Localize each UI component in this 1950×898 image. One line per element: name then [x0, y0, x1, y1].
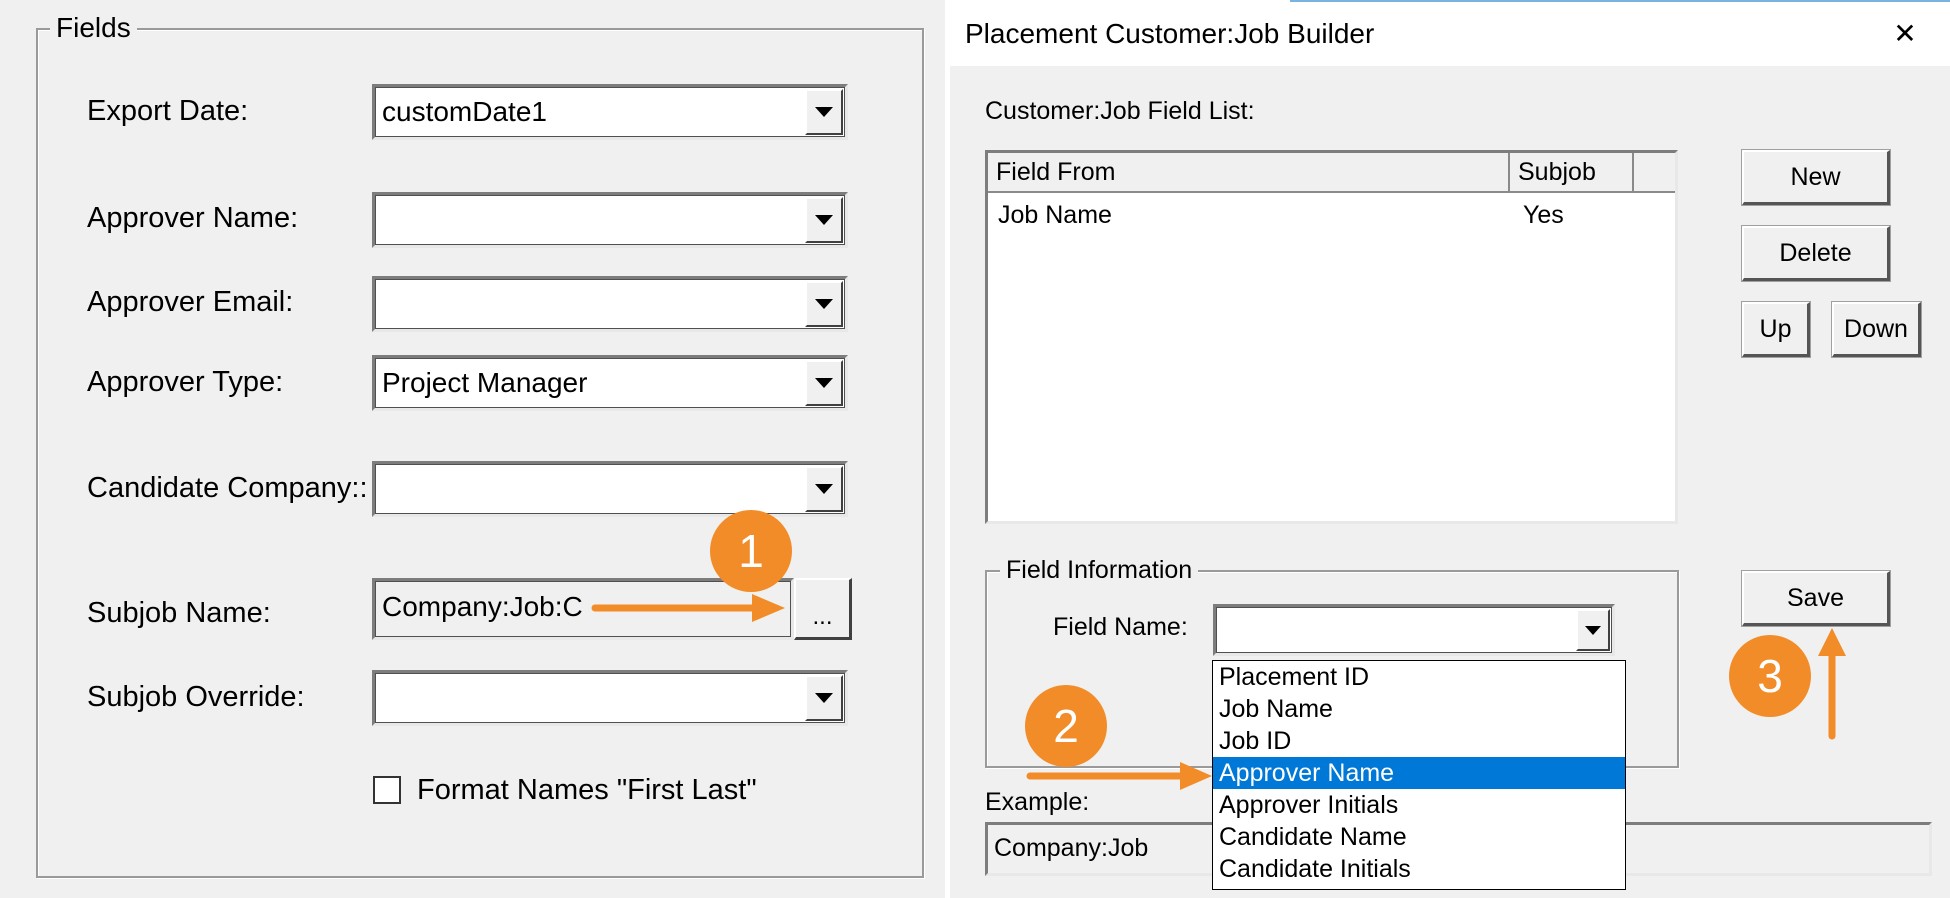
down-button[interactable]: Down	[1831, 301, 1922, 358]
export-date-combobox[interactable]: customDate1	[372, 84, 848, 140]
field-list-label: Customer:Job Field List:	[985, 97, 1255, 125]
option-approver-initials[interactable]: Approver Initials	[1213, 789, 1625, 821]
chevron-down-icon	[1585, 625, 1601, 635]
cell-field-from: Job Name	[998, 201, 1112, 229]
chevron-down-icon	[815, 299, 833, 309]
format-names-label: Format Names "First Last"	[417, 774, 757, 806]
approver-email-label: Approver Email:	[87, 286, 294, 318]
new-button[interactable]: New	[1741, 149, 1891, 206]
example-value: Company:Job	[994, 834, 1149, 862]
option-candidate-name[interactable]: Candidate Name	[1213, 821, 1625, 853]
option-placement-id[interactable]: Placement ID	[1213, 661, 1625, 693]
export-date-value: customDate1	[382, 96, 547, 127]
close-icon: ✕	[1893, 17, 1917, 49]
option-candidate-initials[interactable]: Candidate Initials	[1213, 853, 1625, 885]
save-button[interactable]: Save	[1741, 570, 1891, 627]
chevron-down-icon	[815, 484, 833, 494]
fields-panel: Fields Export Date: customDate1 Approver…	[0, 0, 945, 898]
dialog-title: Placement Customer:Job Builder	[965, 18, 1375, 49]
field-information-title: Field Information	[1000, 554, 1199, 586]
chevron-down-icon	[815, 107, 833, 117]
customer-job-builder-dialog: Placement Customer:Job Builder ✕ Custome…	[950, 0, 1950, 898]
approver-name-label: Approver Name:	[87, 202, 299, 234]
fields-groupbox	[36, 28, 924, 878]
approver-type-value: Project Manager	[382, 367, 588, 398]
column-header-filler	[1634, 153, 1675, 193]
option-approver-name[interactable]: Approver Name	[1213, 757, 1625, 789]
subjob-name-label: Subjob Name:	[87, 597, 271, 629]
up-button[interactable]: Up	[1741, 301, 1811, 358]
approver-email-combobox[interactable]	[372, 276, 848, 332]
approver-type-dropdown-button[interactable]	[805, 360, 843, 406]
subjob-override-dropdown-button[interactable]	[805, 675, 843, 721]
delete-button[interactable]: Delete	[1741, 225, 1891, 282]
fields-group-title: Fields	[50, 12, 137, 44]
option-job-name[interactable]: Job Name	[1213, 693, 1625, 725]
field-list[interactable]: Field From Subjob Job Name Yes	[985, 150, 1678, 524]
step-2-badge: 2	[1025, 685, 1107, 767]
chevron-down-icon	[815, 215, 833, 225]
option-job-id[interactable]: Job ID	[1213, 725, 1625, 757]
step-1-badge: 1	[710, 510, 792, 592]
approver-name-combobox[interactable]	[372, 192, 848, 248]
approver-email-dropdown-button[interactable]	[805, 281, 843, 327]
subjob-name-field[interactable]: Company:Job:C	[372, 578, 794, 640]
candidate-company-label: Candidate Company::	[87, 472, 368, 504]
subjob-override-combobox[interactable]	[372, 670, 848, 726]
subjob-name-browse-button[interactable]: ...	[794, 578, 852, 640]
approver-type-label: Approver Type:	[87, 366, 284, 398]
close-button[interactable]: ✕	[1875, 10, 1935, 56]
field-name-label: Field Name:	[1053, 613, 1188, 641]
example-label: Example:	[985, 788, 1090, 816]
subjob-override-label: Subjob Override:	[87, 681, 305, 713]
export-date-dropdown-button[interactable]	[805, 89, 843, 135]
titlebar-accent-line	[1290, 0, 1950, 2]
column-header-field-from[interactable]: Field From	[988, 153, 1510, 193]
column-header-subjob[interactable]: Subjob	[1510, 153, 1634, 193]
step-3-badge: 3	[1729, 635, 1811, 717]
field-name-combobox[interactable]	[1213, 604, 1615, 656]
subjob-name-value: Company:Job:C	[382, 591, 583, 622]
chevron-down-icon	[815, 378, 833, 388]
table-row[interactable]: Job Name Yes	[988, 201, 1675, 237]
candidate-company-combobox[interactable]	[372, 461, 848, 517]
dialog-titlebar: Placement Customer:Job Builder ✕	[950, 0, 1950, 66]
cell-subjob: Yes	[1523, 201, 1564, 229]
candidate-company-dropdown-button[interactable]	[805, 466, 843, 512]
field-name-dropdown-list[interactable]: Placement ID Job Name Job ID Approver Na…	[1212, 660, 1626, 890]
field-name-dropdown-button[interactable]	[1576, 609, 1610, 651]
approver-name-dropdown-button[interactable]	[805, 197, 843, 243]
chevron-down-icon	[815, 693, 833, 703]
export-date-label: Export Date:	[87, 95, 249, 127]
approver-type-combobox[interactable]: Project Manager	[372, 355, 848, 411]
format-names-checkbox[interactable]	[373, 776, 401, 804]
